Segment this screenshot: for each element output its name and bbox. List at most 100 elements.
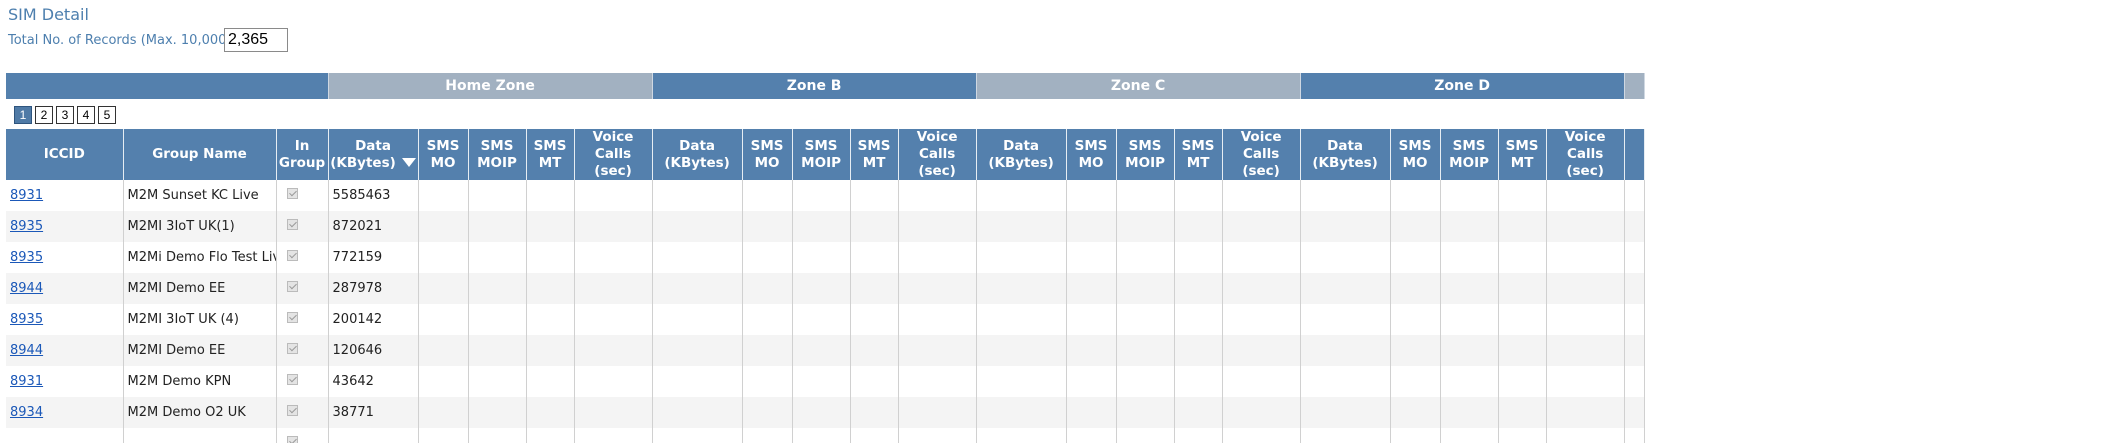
- col-voice-zone-2[interactable]: Voice Calls (sec): [898, 129, 977, 180]
- usage-cell: [1066, 428, 1117, 443]
- sort-descending-icon[interactable]: [401, 158, 416, 167]
- sim-table: Home Zone Zone B Zone C Zone D 1 2 3 4 5 ICCID Gro…: [6, 73, 1645, 443]
- usage-cell: [574, 273, 653, 304]
- data-kbytes-cell: 772159: [328, 242, 419, 273]
- row-end-cell: [1624, 397, 1645, 428]
- usage-cell: [1116, 397, 1175, 428]
- usage-cell: [1066, 273, 1117, 304]
- in-group-checkbox: [286, 219, 298, 230]
- col-iccid[interactable]: ICCID: [6, 129, 124, 180]
- col-sms-moip-zone-2[interactable]: SMS MOIP: [792, 129, 851, 180]
- page-3-button[interactable]: 3: [56, 106, 74, 124]
- usage-cell: [468, 211, 527, 242]
- col-in-group[interactable]: In Group: [276, 129, 329, 180]
- usage-cell: [1174, 397, 1223, 428]
- usage-cell: [1300, 242, 1391, 273]
- usage-cell: [652, 335, 743, 366]
- iccid-link[interactable]: 8944: [10, 281, 43, 296]
- usage-cell: [1174, 180, 1223, 211]
- col-sms-mo-zone-3[interactable]: SMS MO: [1066, 129, 1117, 180]
- col-voice-zone-3-label: Voice Calls (sec): [1240, 129, 1282, 179]
- in-group-cell: [276, 335, 329, 366]
- iccid-cell: 8935: [6, 242, 124, 273]
- page-4-button[interactable]: 4: [77, 106, 95, 124]
- group-name-cell: M2MI 3IoT UK (4): [123, 304, 277, 335]
- usage-cell: [652, 304, 743, 335]
- iccid-link[interactable]: 8935: [10, 312, 43, 327]
- usage-cell: [1390, 180, 1441, 211]
- col-sms-mo-zone-1[interactable]: SMS MO: [418, 129, 469, 180]
- row-end-cell: [1624, 211, 1645, 242]
- row-end-cell: [1624, 335, 1645, 366]
- data-kbytes-cell: 120646: [328, 335, 419, 366]
- usage-cell: [468, 180, 527, 211]
- col-data-zone-3[interactable]: Data (KBytes): [976, 129, 1067, 180]
- col-sms-moip-zone-3[interactable]: SMS MOIP: [1116, 129, 1175, 180]
- col-data-zone-4[interactable]: Data (KBytes): [1300, 129, 1391, 180]
- data-kbytes-cell: [328, 428, 419, 443]
- col-sms-mo-zone-3-label: SMS MO: [1074, 137, 1108, 171]
- total-records-field: 2,365: [224, 28, 288, 52]
- usage-cell: [742, 180, 793, 211]
- col-sms-mt-zone-2[interactable]: SMS MT: [850, 129, 899, 180]
- page-2-button[interactable]: 2: [35, 106, 53, 124]
- col-sms-moip-zone-1[interactable]: SMS MOIP: [468, 129, 527, 180]
- usage-cell: [1174, 273, 1223, 304]
- table-row: 8935 M2MI 3IoT UK (4) 200142: [6, 304, 1645, 335]
- iccid-link[interactable]: 8944: [10, 343, 43, 358]
- usage-cell: [792, 211, 851, 242]
- usage-cell: [574, 428, 653, 443]
- usage-cell: [526, 273, 575, 304]
- usage-cell: [526, 211, 575, 242]
- col-sms-mt-zone-3[interactable]: SMS MT: [1174, 129, 1223, 180]
- usage-cell: [1390, 397, 1441, 428]
- col-data-zone-3-label: Data (KBytes): [988, 137, 1054, 171]
- col-sms-mt-zone-1[interactable]: SMS MT: [526, 129, 575, 180]
- usage-cell: [418, 366, 469, 397]
- usage-cell: [1440, 366, 1499, 397]
- iccid-link[interactable]: 8931: [10, 188, 43, 203]
- data-kbytes-cell: 200142: [328, 304, 419, 335]
- col-voice-zone-4[interactable]: Voice Calls (sec): [1546, 129, 1625, 180]
- row-end-cell: [1624, 428, 1645, 443]
- col-sms-mt-zone-4[interactable]: SMS MT: [1498, 129, 1547, 180]
- col-voice-zone-3[interactable]: Voice Calls (sec): [1222, 129, 1301, 180]
- iccid-link[interactable]: 8935: [10, 219, 43, 234]
- usage-cell: [1116, 180, 1175, 211]
- page-5-button[interactable]: 5: [98, 106, 116, 124]
- iccid-link[interactable]: 8934: [10, 405, 43, 420]
- col-end: [1624, 129, 1645, 180]
- iccid-link[interactable]: 8931: [10, 374, 43, 389]
- usage-cell: [792, 304, 851, 335]
- col-sms-mo-zone-4[interactable]: SMS MO: [1390, 129, 1441, 180]
- col-data-zone-1[interactable]: Data (KBytes): [328, 129, 419, 180]
- usage-cell: [1066, 304, 1117, 335]
- usage-cell: [1116, 335, 1175, 366]
- usage-cell: [898, 304, 977, 335]
- zone-header-3: Zone C: [976, 73, 1301, 99]
- usage-cell: [1174, 211, 1223, 242]
- usage-cell: [652, 242, 743, 273]
- col-sms-mo-zone-2[interactable]: SMS MO: [742, 129, 793, 180]
- col-voice-zone-1[interactable]: Voice Calls (sec): [574, 129, 653, 180]
- col-sms-mt-zone-2-label: SMS MT: [857, 137, 891, 171]
- usage-cell: [976, 397, 1067, 428]
- table-row: 8931 M2M Sunset KC Live 5585463: [6, 180, 1645, 211]
- col-data-zone-2[interactable]: Data (KBytes): [652, 129, 743, 180]
- usage-cell: [1546, 335, 1625, 366]
- usage-cell: [742, 304, 793, 335]
- usage-cell: [1440, 397, 1499, 428]
- usage-cell: [1498, 366, 1547, 397]
- usage-cell: [898, 428, 977, 443]
- col-group-name[interactable]: Group Name: [123, 129, 277, 180]
- usage-cell: [1116, 428, 1175, 443]
- in-group-cell: [276, 304, 329, 335]
- usage-cell: [850, 335, 899, 366]
- iccid-link[interactable]: 8935: [10, 250, 43, 265]
- col-sms-moip-zone-4[interactable]: SMS MOIP: [1440, 129, 1499, 180]
- usage-cell: [1546, 428, 1625, 443]
- page-1-button[interactable]: 1: [14, 106, 32, 124]
- usage-cell: [468, 242, 527, 273]
- col-sms-mt-zone-4-label: SMS MT: [1505, 137, 1539, 171]
- usage-cell: [1116, 273, 1175, 304]
